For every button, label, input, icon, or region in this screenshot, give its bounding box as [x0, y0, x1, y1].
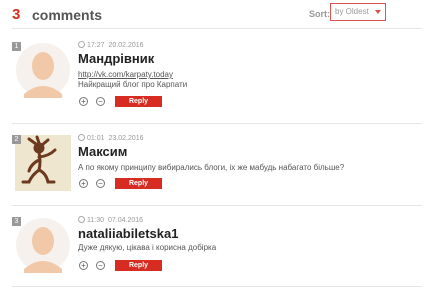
- divider: [12, 205, 422, 206]
- clock-icon: [78, 216, 85, 223]
- comment-time: 11:30: [87, 217, 104, 224]
- reply-button[interactable]: Reply: [115, 260, 162, 271]
- downvote-button[interactable]: −: [96, 179, 105, 188]
- divider: [12, 28, 422, 29]
- comment-text: Дуже дякую, цікава і корисна добірка: [78, 243, 217, 252]
- downvote-button[interactable]: −: [96, 97, 105, 106]
- comments-header: 3 comments Sort: by Oldest: [0, 0, 434, 30]
- sort-dropdown[interactable]: by Oldest: [330, 3, 386, 21]
- comment-text: Найкращий блог про Карпати: [78, 80, 188, 89]
- avatar: [15, 42, 71, 98]
- reply-button[interactable]: Reply: [115, 96, 162, 107]
- comment-timestamp: 01:01 23.02.2016: [78, 134, 144, 142]
- comment-count: 3: [12, 6, 21, 23]
- comment-text: А по якому принципу вибирались блоги, іх…: [78, 163, 345, 172]
- comment-number: 1: [12, 42, 21, 51]
- sort-dropdown-value: by Oldest: [335, 7, 369, 16]
- comment-date: 23.02.2016: [108, 135, 144, 142]
- author-website-link[interactable]: http://vk.com/karpaty.today: [78, 70, 173, 79]
- comment-timestamp: 17:27 20.02.2016: [78, 41, 144, 49]
- clock-icon: [78, 134, 85, 141]
- comment-time: 01:01: [87, 135, 105, 142]
- chevron-down-icon: [375, 10, 381, 14]
- avatar: [15, 217, 71, 273]
- comment-date: 07.04.2016: [108, 217, 144, 224]
- comment-number: 3: [12, 217, 21, 226]
- clock-icon: [78, 41, 85, 48]
- divider: [12, 286, 422, 287]
- comment-item: 3 11:30 07.04.2016 nataliiabiletska1 Дуже…: [12, 213, 422, 295]
- upvote-button[interactable]: +: [79, 97, 88, 106]
- divider: [12, 123, 422, 124]
- comment-item: 1 17:27 20.02.2016 Мандрівник http://vk.c…: [12, 38, 422, 120]
- upvote-button[interactable]: +: [79, 179, 88, 188]
- sort-label: Sort:: [309, 9, 330, 19]
- reply-button[interactable]: Reply: [115, 178, 162, 189]
- comment-author[interactable]: nataliiabiletska1: [78, 226, 178, 241]
- comment-timestamp: 11:30 07.04.2016: [78, 216, 143, 224]
- comment-time: 17:27: [87, 42, 105, 49]
- downvote-button[interactable]: −: [96, 261, 105, 270]
- comment-number: 2: [12, 135, 21, 144]
- upvote-button[interactable]: +: [79, 261, 88, 270]
- avatar: [15, 135, 71, 191]
- comment-author[interactable]: Максим: [78, 144, 127, 159]
- comment-author[interactable]: Мандрівник: [78, 51, 154, 66]
- comment-item: 2 01:01 23.02.2016 Максим А по якому прин…: [12, 131, 422, 213]
- comment-date: 20.02.2016: [108, 42, 144, 49]
- comment-count-label: comments: [32, 7, 103, 23]
